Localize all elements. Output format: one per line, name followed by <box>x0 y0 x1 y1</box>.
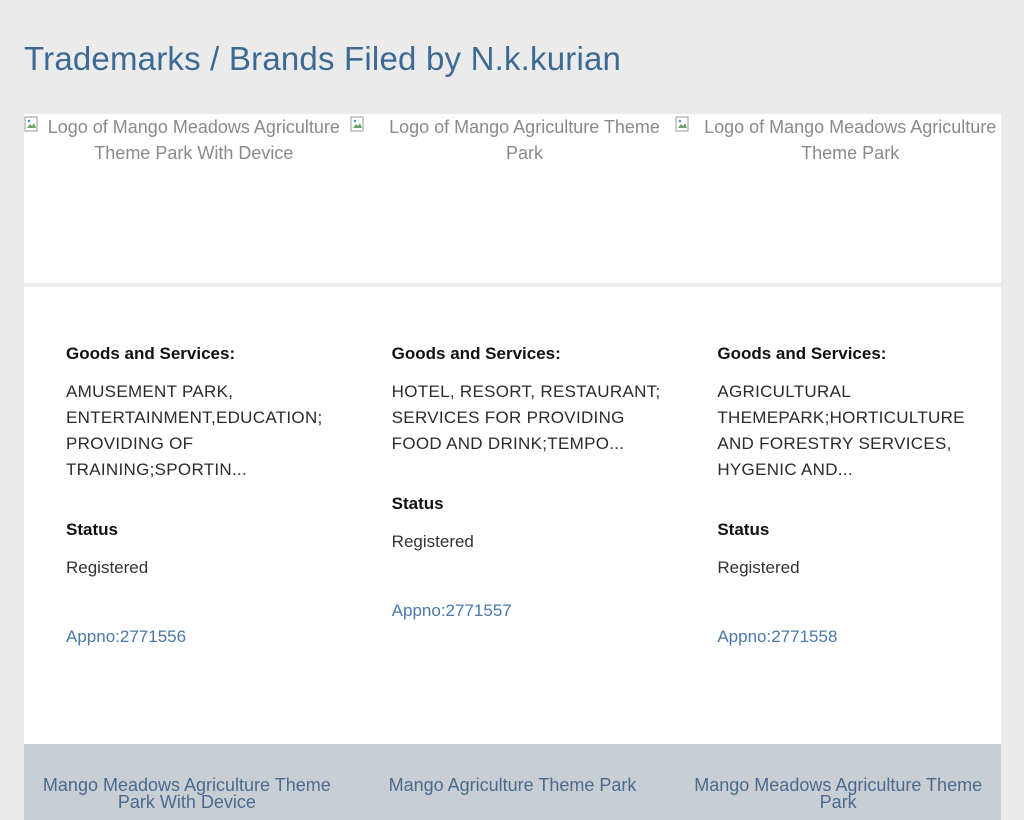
goods-label: Goods and Services: <box>717 344 887 363</box>
goods-text: HOTEL, RESORT, RESTAURANT; SERVICES FOR … <box>391 382 661 453</box>
logo-alt-text: Logo of Mango Meadows Agriculture Theme … <box>47 117 340 163</box>
broken-image-icon <box>24 116 38 132</box>
status-block: Status Registered <box>717 519 1001 581</box>
card-details: Goods and Services: AGRICULTURAL THEMEPA… <box>675 287 1002 744</box>
logo-image[interactable]: Logo of Mango Meadows Agriculture Theme … <box>24 114 350 283</box>
logo-image[interactable]: Logo of Mango Meadows Agriculture Theme … <box>675 114 1002 283</box>
trademark-name-link[interactable]: Mango Agriculture Theme Park <box>350 776 676 794</box>
trademark-name-link[interactable]: Mango Meadows Agriculture Theme Park Wit… <box>24 776 350 811</box>
status-block: Status Registered <box>392 493 676 555</box>
appno-link[interactable]: Appno:2771556 <box>66 627 186 647</box>
status-label: Status <box>66 520 118 539</box>
goods-text: AGRICULTURAL THEMEPARK;HORTICULTURE AND … <box>717 382 965 479</box>
card-footer: Mango Meadows Agriculture Theme Park Wit… <box>24 744 350 820</box>
broken-image-icon <box>675 116 689 132</box>
card-details: Goods and Services: HOTEL, RESORT, RESTA… <box>349 287 676 744</box>
card-footer: Mango Agriculture Theme Park <box>349 744 676 820</box>
status-label: Status <box>717 520 770 539</box>
broken-image-icon <box>350 116 364 132</box>
goods-label: Goods and Services: <box>391 344 561 363</box>
status-block: Status Registered <box>66 519 350 581</box>
appno-link[interactable]: Appno:2771558 <box>717 627 837 647</box>
page-title: Trademarks / Brands Filed by N.k.kurian <box>24 40 622 77</box>
appno-link[interactable]: Appno:2771557 <box>392 601 512 621</box>
card-footer: Mango Meadows Agriculture Theme Park <box>675 744 1002 820</box>
trademark-name-link[interactable]: Mango Meadows Agriculture Theme Park <box>675 776 1001 811</box>
card-details: Goods and Services: AMUSEMENT PARK, ENTE… <box>24 287 350 744</box>
status-value: Registered <box>66 558 149 577</box>
trademark-card: Logo of Mango Meadows Agriculture Theme … <box>675 114 1002 820</box>
goods-text: AMUSEMENT PARK, ENTERTAINMENT,EDUCATION;… <box>66 382 323 479</box>
trademark-card: Logo of Mango Agriculture Theme Park Goo… <box>349 114 676 820</box>
trademark-cards: Logo of Mango Meadows Agriculture Theme … <box>24 114 1002 820</box>
logo-image[interactable]: Logo of Mango Agriculture Theme Park <box>349 114 676 283</box>
logo-alt-text: Logo of Mango Meadows Agriculture Theme … <box>704 117 997 163</box>
status-label: Status <box>391 494 444 513</box>
status-value: Registered <box>717 558 800 577</box>
logo-alt-text: Logo of Mango Agriculture Theme Park <box>389 117 660 163</box>
trademark-card: Logo of Mango Meadows Agriculture Theme … <box>24 114 350 820</box>
status-value: Registered <box>391 532 474 551</box>
goods-label: Goods and Services: <box>66 344 236 363</box>
